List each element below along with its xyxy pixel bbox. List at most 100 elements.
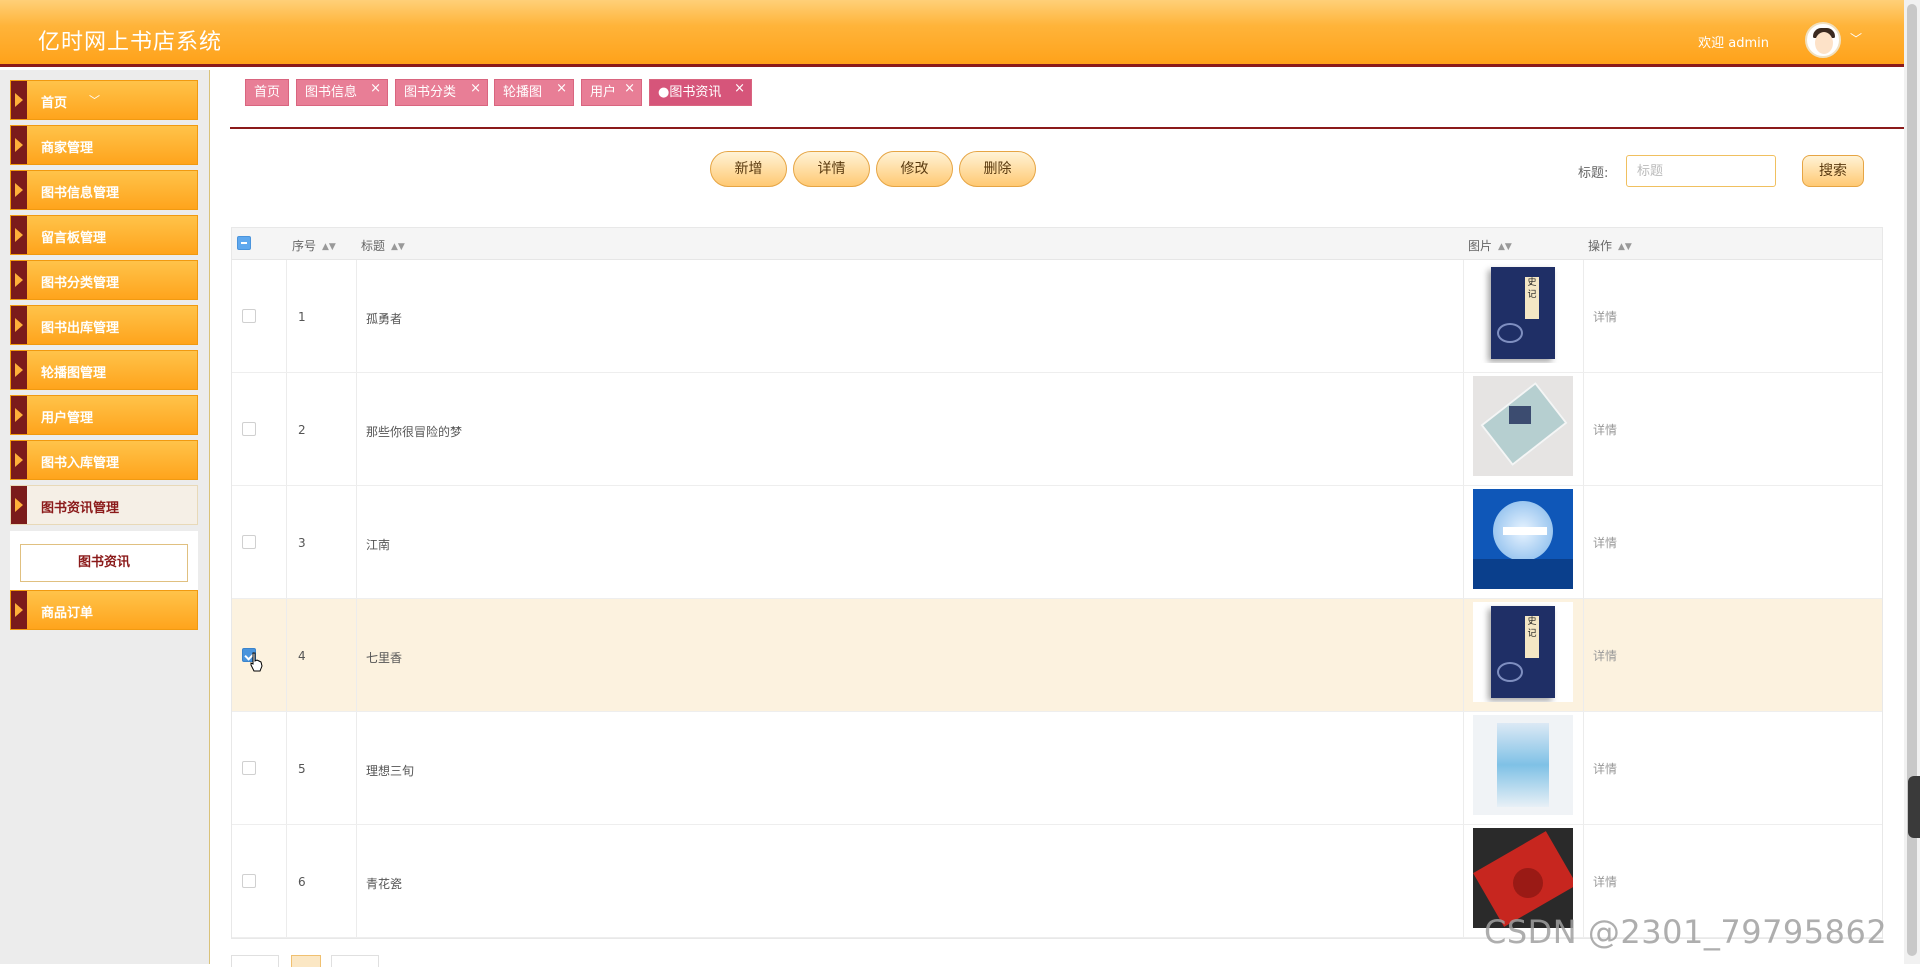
sort-icon[interactable]: ▲▼: [322, 242, 336, 252]
row-detail-link[interactable]: 详情: [1593, 760, 1617, 777]
tab-book-news[interactable]: ●图书资讯 ×: [649, 79, 752, 106]
row-index: 4: [298, 649, 306, 663]
row-checkbox[interactable]: [242, 535, 256, 549]
table-row[interactable]: 3 江南 详情: [232, 486, 1882, 599]
row-checkbox[interactable]: [242, 761, 256, 775]
sort-icon[interactable]: ▲▼: [1498, 242, 1512, 252]
column-header-image[interactable]: 图片 ▲▼: [1468, 237, 1512, 254]
submenu: 图书资讯: [10, 531, 198, 591]
cell-divider: [1463, 712, 1464, 824]
cell-divider: [286, 486, 287, 598]
row-detail-link[interactable]: 详情: [1593, 873, 1617, 890]
arrow-icon: [11, 216, 27, 254]
pagination-current[interactable]: [291, 955, 321, 967]
column-header-title[interactable]: 标题 ▲▼: [361, 237, 405, 254]
sidebar-item-users[interactable]: 用户管理: [10, 395, 198, 435]
edit-button[interactable]: 修改: [876, 151, 953, 187]
arrow-icon: [11, 486, 27, 524]
sidebar-item-label: 图书资讯管理: [41, 501, 120, 516]
row-checkbox[interactable]: [242, 309, 256, 323]
sidebar-item-book-outbound[interactable]: 图书出库管理: [10, 305, 198, 345]
close-icon[interactable]: ×: [470, 76, 481, 101]
arrow-icon: [11, 126, 27, 164]
cell-divider: [356, 712, 357, 824]
user-avatar[interactable]: [1805, 22, 1841, 58]
cell-divider: [286, 712, 287, 824]
delete-button[interactable]: 删除: [959, 151, 1036, 187]
avatar-face: [1815, 32, 1833, 54]
sidebar-item-carousel[interactable]: 轮播图管理: [10, 350, 198, 390]
tab-home[interactable]: 首页: [245, 79, 289, 106]
cell-divider: [1583, 712, 1584, 824]
row-checkbox[interactable]: [242, 422, 256, 436]
chevron-down-icon[interactable]: ﹀: [1850, 30, 1862, 47]
sidebar-item-message-board[interactable]: 留言板管理: [10, 215, 198, 255]
row-detail-link[interactable]: 详情: [1593, 647, 1617, 664]
sidebar-item-book-info[interactable]: 图书信息管理: [10, 170, 198, 210]
column-label: 图片: [1468, 239, 1493, 253]
sidebar-item-label: 用户管理: [41, 411, 94, 426]
cell-divider: [286, 373, 287, 485]
select-all-checkbox[interactable]: [237, 236, 251, 250]
book-cover-image: [1473, 715, 1573, 815]
table-row[interactable]: 5 理想三旬 详情: [232, 712, 1882, 825]
row-index: 6: [298, 875, 306, 889]
row-detail-link[interactable]: 详情: [1593, 534, 1617, 551]
row-detail-link[interactable]: 详情: [1593, 421, 1617, 438]
row-title: 理想三旬: [366, 764, 415, 778]
sidebar-item-book-news[interactable]: 图书资讯管理: [10, 485, 198, 525]
sort-icon[interactable]: ▲▼: [391, 242, 405, 252]
book-cover-image: 史记: [1473, 602, 1573, 702]
pagination-next[interactable]: [331, 955, 379, 967]
search-input[interactable]: [1626, 155, 1776, 187]
sidebar-item-label: 图书出库管理: [41, 321, 120, 336]
close-icon[interactable]: ×: [556, 76, 567, 101]
table-row[interactable]: 2 那些你很冒险的梦 详情: [232, 373, 1882, 486]
sidebar-item-label: 商家管理: [41, 141, 94, 156]
close-icon[interactable]: ×: [624, 76, 635, 101]
sidebar-item-merchants[interactable]: 商家管理: [10, 125, 198, 165]
close-icon[interactable]: ×: [370, 76, 381, 101]
tab-label: 图书分类: [404, 85, 457, 100]
tab-book-category[interactable]: 图书分类 ×: [395, 79, 488, 106]
column-label: 操作: [1588, 239, 1613, 253]
column-header-index[interactable]: 序号 ▲▼: [292, 237, 336, 254]
arrow-icon: [11, 171, 27, 209]
sidebar-item-label: 图书信息管理: [41, 186, 120, 201]
row-index: 5: [298, 762, 306, 776]
arrow-icon: [11, 351, 27, 389]
sidebar-item-orders[interactable]: 商品订单: [10, 590, 198, 630]
submenu-item-book-news[interactable]: 图书资讯: [20, 544, 188, 582]
cell-divider: [356, 825, 357, 937]
chevron-down-icon: ﹀: [89, 94, 100, 107]
table-row[interactable]: 4 七里香 史记 详情: [232, 599, 1882, 712]
top-header: 亿时网上书店系统 欢迎 admin: [0, 0, 1904, 67]
sort-icon[interactable]: ▲▼: [1618, 242, 1632, 252]
close-icon[interactable]: ×: [734, 76, 745, 101]
arrow-icon: [11, 306, 27, 344]
row-title: 七里香: [366, 651, 403, 665]
row-title: 孤勇者: [366, 312, 403, 326]
table-header: 序号 ▲▼ 标题 ▲▼ 图片 ▲▼ 操作 ▲▼: [232, 228, 1882, 260]
row-index: 3: [298, 536, 306, 550]
book-cover-image: 史记: [1473, 263, 1573, 363]
add-button[interactable]: 新增: [710, 151, 787, 187]
tab-carousel[interactable]: 轮播图 ×: [494, 79, 574, 106]
tab-users[interactable]: 用户 ×: [581, 79, 642, 106]
pagination-prev[interactable]: [231, 955, 279, 967]
row-detail-link[interactable]: 详情: [1593, 308, 1617, 325]
row-checkbox[interactable]: [242, 874, 256, 888]
column-header-action[interactable]: 操作 ▲▼: [1588, 237, 1632, 254]
arrow-icon: [11, 396, 27, 434]
sidebar-item-home[interactable]: 首页 ﹀: [10, 80, 198, 120]
sidebar-item-label: 图书入库管理: [41, 456, 120, 471]
sidebar-item-book-category[interactable]: 图书分类管理: [10, 260, 198, 300]
side-widget-tab[interactable]: [1908, 776, 1920, 838]
sidebar-item-book-inbound[interactable]: 图书入库管理: [10, 440, 198, 480]
detail-button[interactable]: 详情: [793, 151, 870, 187]
cell-divider: [356, 599, 357, 711]
tab-book-info[interactable]: 图书信息 ×: [296, 79, 388, 106]
book-cover-label: 史记: [1525, 616, 1539, 658]
table-row[interactable]: 1 孤勇者 史记 详情: [232, 260, 1882, 373]
search-button[interactable]: 搜索: [1802, 155, 1864, 187]
